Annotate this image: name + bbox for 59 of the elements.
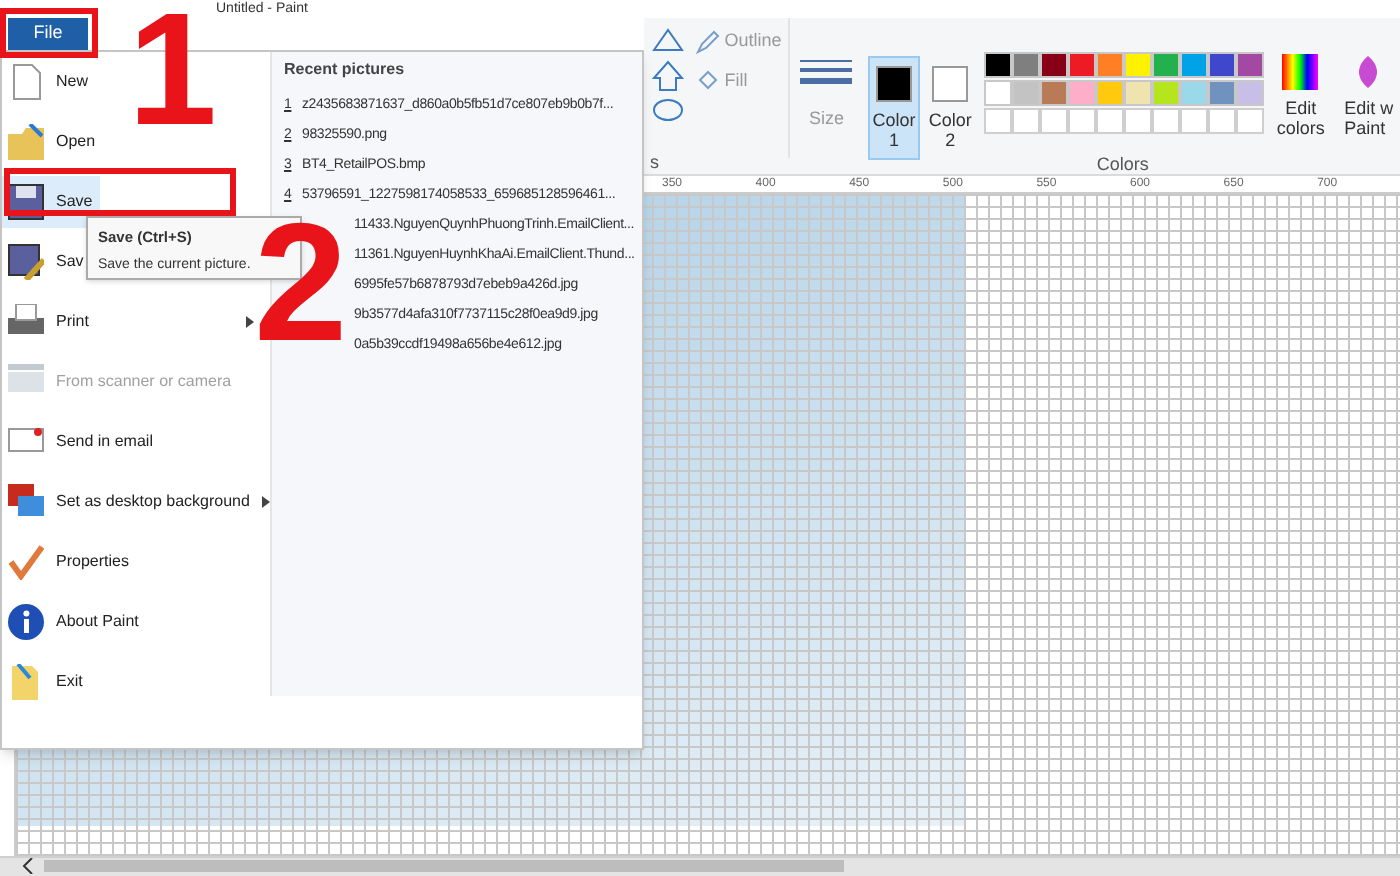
group-label: s <box>650 150 659 176</box>
palette-swatch[interactable] <box>1012 52 1041 78</box>
monitor-icon <box>8 484 44 520</box>
submenu-arrow-icon <box>261 496 270 508</box>
palette-swatch[interactable] <box>1040 80 1069 106</box>
palette-swatch[interactable] <box>1040 52 1069 78</box>
palette-swatch[interactable] <box>1012 80 1041 106</box>
menu-item[interactable]: Sav <box>2 236 92 288</box>
menu-item[interactable]: Open <box>2 116 104 168</box>
menu-item[interactable]: Exit <box>2 656 91 708</box>
menu-item[interactable]: Properties <box>2 536 137 588</box>
palette-swatch[interactable] <box>1207 80 1236 106</box>
color-picker-button[interactable]: Color 2 <box>924 56 977 160</box>
submenu-arrow-icon <box>246 316 254 328</box>
section-heading: Recent pictures <box>284 58 405 82</box>
paint-3d-button[interactable]: Edit w Paint <box>1344 54 1400 138</box>
page-icon <box>8 64 44 100</box>
bucket-icon <box>696 68 721 93</box>
palette-swatch[interactable] <box>1151 52 1180 78</box>
menu-item[interactable]: Print <box>2 296 254 348</box>
palette-swatch[interactable] <box>1235 52 1264 78</box>
folder-icon <box>8 124 44 160</box>
info-icon <box>8 604 44 640</box>
menu-item[interactable]: New <box>2 56 97 108</box>
palette-swatch[interactable] <box>984 80 1013 106</box>
palette-swatch[interactable] <box>1179 52 1208 78</box>
line-width-icon <box>800 58 853 86</box>
color-swatch <box>932 66 969 102</box>
color-swatch <box>875 66 912 102</box>
palette-swatch[interactable] <box>1207 52 1236 78</box>
highlight-frame <box>0 8 98 58</box>
palette-swatch[interactable] <box>1067 52 1096 78</box>
scrollbar-thumb[interactable] <box>44 860 844 872</box>
door-icon <box>8 664 44 700</box>
floppy-disk-pen-icon <box>8 244 44 280</box>
step-number: 2 <box>254 216 348 348</box>
checkmark-icon <box>8 544 44 580</box>
palette-swatch[interactable] <box>984 52 1013 78</box>
palette-swatch[interactable] <box>1095 80 1124 106</box>
spectrum-icon <box>1282 54 1319 90</box>
edit-colors-button[interactable]: Edit colors <box>1269 54 1333 138</box>
palette-swatch[interactable] <box>1123 80 1152 106</box>
menu-item[interactable]: Send in email <box>2 416 161 468</box>
palette-swatch[interactable] <box>1067 80 1096 106</box>
shapes-icon <box>650 26 686 126</box>
menu-item[interactable]: Set as desktop background <box>2 476 254 528</box>
group-label: Colors <box>1096 152 1149 177</box>
scroll-left-icon <box>22 858 34 874</box>
step-number: 1 <box>128 6 217 134</box>
palette-swatch[interactable] <box>1235 80 1264 106</box>
printer-icon <box>8 304 44 340</box>
palette-swatch[interactable] <box>1123 52 1152 78</box>
palette-swatch[interactable] <box>1179 80 1208 106</box>
palette-swatch[interactable] <box>1151 80 1180 106</box>
palette-swatch[interactable] <box>1095 52 1124 78</box>
color-picker-button[interactable]: Color 1 <box>867 56 921 160</box>
pencil-icon <box>696 29 721 54</box>
file-menu-button[interactable]: File <box>8 18 88 50</box>
menu-item[interactable]: About Paint <box>2 596 147 648</box>
